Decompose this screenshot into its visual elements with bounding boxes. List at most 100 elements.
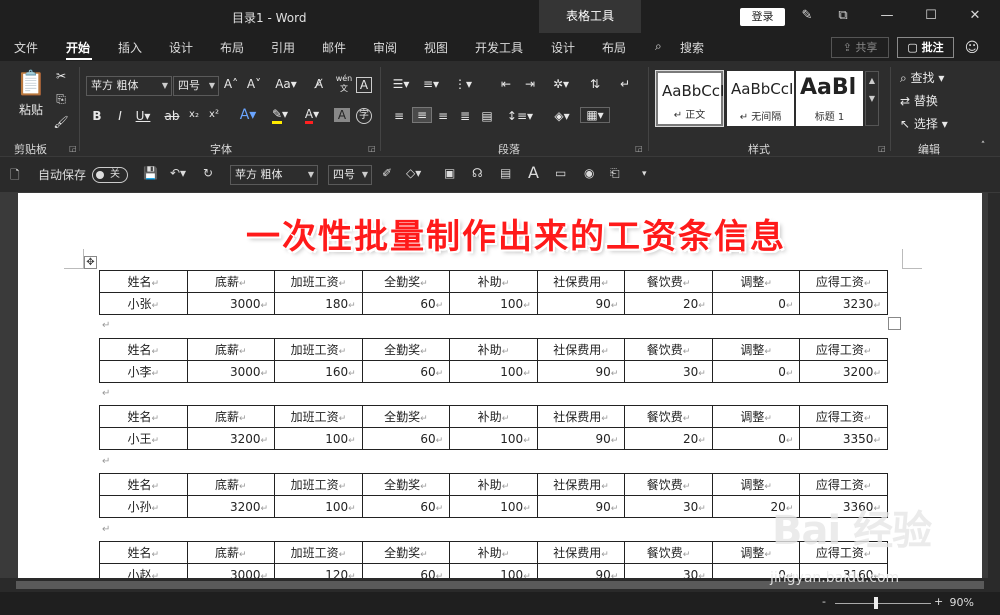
save-icon[interactable]: 💾	[143, 166, 158, 180]
underline-icon[interactable]: U▾	[133, 109, 153, 123]
data-cell[interactable]: 3000↵	[186, 360, 276, 383]
header-cell[interactable]: 调整↵	[711, 270, 801, 293]
restore-icon[interactable]: ⧉	[832, 6, 854, 26]
phonetic-guide-button[interactable]: wén 文	[334, 74, 354, 94]
data-cell[interactable]: 0↵	[711, 292, 801, 315]
zoom-out-button[interactable]: -	[822, 595, 826, 608]
paste-icon[interactable]: 📋	[14, 69, 48, 97]
zoom-level[interactable]: 90%	[950, 596, 974, 609]
header-cell[interactable]: 餐饮费↵	[624, 338, 713, 361]
style-normal[interactable]: AaBbCcI ↵ 正文	[655, 70, 724, 127]
header-cell[interactable]: 底薪↵	[186, 541, 276, 564]
text-box-icon[interactable]: ▭	[555, 166, 566, 180]
justify-icon[interactable]: ≣	[456, 109, 474, 123]
header-cell[interactable]: 加班工资↵	[274, 541, 363, 564]
line-spacing-icon[interactable]: ↕≡▾	[506, 109, 534, 123]
header-cell[interactable]: 加班工资↵	[274, 270, 363, 293]
header-cell[interactable]: 加班工资↵	[274, 405, 363, 428]
data-cell[interactable]: 100↵	[274, 427, 363, 450]
tab-file[interactable]: 文件	[14, 39, 38, 56]
header-cell[interactable]: 社保费用↵	[536, 473, 626, 496]
header-cell[interactable]: 调整↵	[711, 405, 801, 428]
distributed-icon[interactable]: ▤	[478, 109, 496, 123]
brush-icon[interactable]: ✐	[382, 166, 392, 180]
italic-icon[interactable]: I	[113, 109, 127, 123]
data-cell[interactable]: 90↵	[536, 292, 626, 315]
cut-icon[interactable]: ✂	[52, 69, 70, 83]
tab-insert[interactable]: 插入	[118, 39, 142, 56]
header-cell[interactable]: 餐饮费↵	[624, 541, 713, 564]
subscript-icon[interactable]: x₂	[187, 109, 201, 120]
feedback-smile-icon[interactable]: ☺	[962, 38, 982, 58]
tab-layout[interactable]: 布局	[220, 39, 244, 56]
tab-review[interactable]: 审阅	[373, 39, 397, 56]
align-left-icon[interactable]: ≡	[390, 109, 408, 123]
tab-design[interactable]: 设计	[169, 39, 193, 56]
tab-references[interactable]: 引用	[271, 39, 295, 56]
data-cell[interactable]: 100↵	[274, 495, 363, 518]
customize-toolbar-icon[interactable]: ▾	[642, 169, 647, 179]
header-cell[interactable]: 姓名↵	[99, 473, 188, 496]
data-cell[interactable]: 0↵	[711, 360, 801, 383]
header-cell[interactable]: 全勤奖↵	[361, 405, 451, 428]
styles-scroll-button[interactable]: ▲ ▼	[865, 71, 879, 126]
header-cell[interactable]: 加班工资↵	[274, 473, 363, 496]
data-cell[interactable]: 60↵	[361, 292, 451, 315]
paragraph-launcher-icon[interactable]: ◲	[635, 144, 643, 153]
insert-picture-icon[interactable]: ▣	[444, 166, 455, 180]
collapse-ribbon-icon[interactable]: ˄	[976, 141, 990, 151]
search-icon[interactable]: ⌕	[655, 39, 662, 54]
header-cell[interactable]: 社保费用↵	[536, 270, 626, 293]
data-cell[interactable]: 60↵	[361, 360, 451, 383]
data-cell[interactable]: 160↵	[274, 360, 363, 383]
data-cell[interactable]: 小王↵	[99, 427, 188, 450]
zoom-in-button[interactable]: +	[934, 595, 943, 608]
pen-icon[interactable]: ✎	[796, 6, 818, 26]
data-cell[interactable]: 90↵	[536, 495, 626, 518]
strikethrough-icon[interactable]: ab	[163, 109, 181, 123]
table-icon[interactable]: ▤	[500, 166, 511, 180]
data-cell[interactable]: 20↵	[624, 427, 713, 450]
header-cell[interactable]: 补助↵	[449, 405, 538, 428]
header-cell[interactable]: 姓名↵	[99, 405, 188, 428]
record-icon[interactable]: ◉	[584, 166, 594, 180]
header-cell[interactable]: 补助↵	[449, 541, 538, 564]
tab-search[interactable]: 搜索	[680, 39, 704, 56]
header-cell[interactable]: 底薪↵	[186, 405, 276, 428]
qat-font-name-combo[interactable]: 苹方 粗体 ▼	[230, 165, 318, 185]
data-cell[interactable]: 3230↵	[799, 292, 888, 315]
voice-icon[interactable]: ☊	[472, 166, 483, 180]
header-cell[interactable]: 应得工资↵	[799, 338, 888, 361]
zoom-slider[interactable]	[835, 603, 931, 604]
tab-view[interactable]: 视图	[424, 39, 448, 56]
comments-button[interactable]: ▢ 批注	[897, 37, 954, 58]
vertical-scrollbar[interactable]	[988, 193, 1000, 578]
header-cell[interactable]: 餐饮费↵	[624, 405, 713, 428]
header-cell[interactable]: 姓名↵	[99, 338, 188, 361]
data-cell[interactable]: 小李↵	[99, 360, 188, 383]
header-cell[interactable]: 补助↵	[449, 473, 538, 496]
decrease-indent-icon[interactable]: ⇤	[497, 77, 515, 91]
data-cell[interactable]: 3200↵	[799, 360, 888, 383]
find-button[interactable]: ⌕ 查找 ▾	[900, 69, 960, 86]
clipboard-launcher-icon[interactable]: ◲	[69, 144, 77, 153]
style-no-spacing[interactable]: AaBbCcI ↵ 无间隔	[727, 71, 794, 126]
header-cell[interactable]: 补助↵	[449, 270, 538, 293]
data-cell[interactable]: 小张↵	[99, 292, 188, 315]
data-cell[interactable]: 100↵	[449, 360, 538, 383]
multilevel-list-icon[interactable]: ⋮▾	[452, 77, 474, 91]
undo-icon[interactable]: ↶▾	[170, 166, 186, 180]
data-cell[interactable]: 小孙↵	[99, 495, 188, 518]
table-resize-handle[interactable]	[888, 317, 901, 330]
char-border-icon[interactable]: A	[356, 77, 372, 93]
text-effects-icon[interactable]: A▾	[237, 107, 259, 123]
data-cell[interactable]: 60↵	[361, 427, 451, 450]
header-cell[interactable]: 餐饮费↵	[624, 270, 713, 293]
header-cell[interactable]: 应得工资↵	[799, 405, 888, 428]
header-cell[interactable]: 餐饮费↵	[624, 473, 713, 496]
char-shading-icon[interactable]: A	[334, 108, 350, 122]
header-cell[interactable]: 全勤奖↵	[361, 541, 451, 564]
style-heading-1[interactable]: AaBl 标题 1	[796, 71, 863, 126]
autosave-toggle[interactable]: 关	[92, 167, 128, 183]
new-document-icon[interactable]: 🗋	[10, 166, 20, 187]
